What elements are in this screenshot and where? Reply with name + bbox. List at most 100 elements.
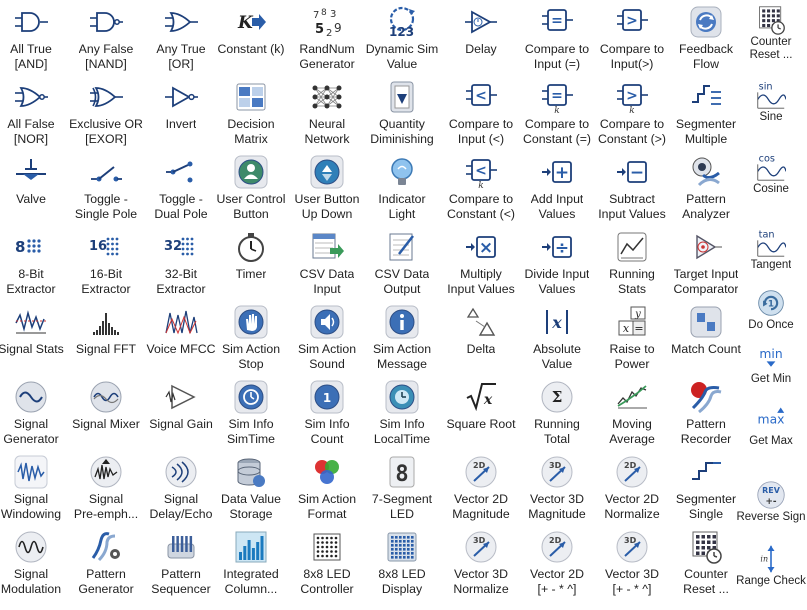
palette-tile-signal-preemphasis[interactable]: Signal Pre-emph... <box>69 455 143 521</box>
tile-label: 8x8 LED Controller <box>300 567 354 596</box>
palette-tile-vector-2d-ops[interactable]: 2D Vector 2D [+ - * ^] <box>520 530 594 596</box>
palette-tile-vector-3d-magnitude[interactable]: 3D Vector 3D Magnitude <box>520 455 594 521</box>
palette-tile-feedback-flow[interactable]: Feedback Flow <box>669 5 743 71</box>
palette-tile-signal-modulation[interactable]: Signal Modulation <box>0 530 68 596</box>
palette-tile-multiply[interactable]: × Multiply Input Values <box>444 230 518 296</box>
palette-tile-signal-delay-echo[interactable]: Signal Delay/Echo <box>144 455 218 521</box>
palette-tile-absolute-value[interactable]: x Absolute Value <box>520 305 594 371</box>
palette-tile-seven-segment[interactable]: 8 7-Segment LED <box>365 455 439 521</box>
palette-tile-divide[interactable]: ÷ Divide Input Values <box>520 230 594 296</box>
palette-tile-bits-8[interactable]: 8 8-Bit Extractor <box>0 230 68 296</box>
palette-tile-database[interactable]: Data Value Storage <box>214 455 288 521</box>
palette-tile-reverse-sign[interactable]: REV +- Reverse Sign <box>735 480 807 524</box>
palette-tile-xor-gate[interactable]: Exclusive OR [EXOR] <box>69 80 143 146</box>
palette-tile-vector-2d-normalize[interactable]: 2D Vector 2D Normalize <box>595 455 669 521</box>
delay-icon <box>464 5 498 39</box>
palette-tile-cosine[interactable]: cos Cosine <box>735 152 807 196</box>
palette-tile-hand-stop[interactable]: Sim Action Stop <box>214 305 288 371</box>
palette-tile-moving-average[interactable]: Moving Average <box>595 380 669 446</box>
palette-tile-compare-constant-gt[interactable]: > k Compare to Constant (>) <box>595 80 669 146</box>
palette-tile-signal-mixer[interactable]: Signal Mixer <box>69 380 143 432</box>
palette-tile-info-message[interactable]: Sim Action Message <box>365 305 439 371</box>
palette-tile-or-gate[interactable]: Any True [OR] <box>144 5 218 71</box>
svg-text:8: 8 <box>321 8 327 18</box>
palette-tile-compare-input-lt[interactable]: < Compare to Input (<) <box>444 80 518 146</box>
palette-tile-decision-matrix[interactable]: Decision Matrix <box>214 80 288 146</box>
palette-tile-vector-3d-ops[interactable]: 3D Vector 3D [+ - * ^] <box>595 530 669 596</box>
palette-tile-nand-gate[interactable]: Any False [NAND] <box>69 5 143 71</box>
palette-tile-count[interactable]: 1 Sim Info Count <box>290 380 364 446</box>
palette-tile-segmenter-single[interactable]: Segmenter Single <box>669 455 743 521</box>
tile-label: Absolute Value <box>533 342 581 371</box>
segmenter-multiple-icon <box>689 80 723 114</box>
palette-tile-compare-constant-lt[interactable]: < k Compare to Constant (<) <box>444 155 518 221</box>
add-icon: + <box>540 155 574 189</box>
palette-tile-user-control-button[interactable]: User Control Button <box>214 155 288 221</box>
palette-tile-toggle-single-pole[interactable]: Toggle - Single Pole <box>69 155 143 221</box>
palette-tile-range-check[interactable]: in Range Check <box>735 544 807 588</box>
svg-text:x: x <box>551 313 562 332</box>
palette-tile-voice-mfcc[interactable]: Voice MFCC <box>144 305 218 357</box>
match-count-icon <box>689 305 723 339</box>
palette-tile-compare-constant-eq[interactable]: = k Compare to Constant (=) <box>520 80 594 146</box>
palette-tile-min[interactable]: min Get Min <box>735 342 807 386</box>
palette-tile-compare-input-eq[interactable]: = Compare to Input (=) <box>520 5 594 71</box>
palette-tile-random-number[interactable]: 7 8 3 5 2 9 RandNum Generator <box>290 5 364 71</box>
palette-tile-led-display[interactable]: 8x8 LED Display <box>365 530 439 596</box>
palette-tile-add[interactable]: + Add Input Values <box>520 155 594 221</box>
palette-tile-running-total[interactable]: Σ Running Total <box>520 380 594 446</box>
palette-tile-neural-network[interactable]: Neural Network <box>290 80 364 146</box>
palette-tile-column-bars[interactable]: Integrated Column... <box>214 530 288 596</box>
palette-tile-segmenter-multiple[interactable]: Segmenter Multiple <box>669 80 743 146</box>
signal-modulation-icon <box>14 530 48 564</box>
palette-tile-delay[interactable]: Delay <box>444 5 518 57</box>
palette-tile-match-count[interactable]: Match Count <box>669 305 743 357</box>
palette-tile-target-comparator[interactable]: Target Input Comparator <box>669 230 743 296</box>
palette-tile-toggle-dual-pole[interactable]: Toggle - Dual Pole <box>144 155 218 221</box>
palette-tile-csv-input[interactable]: CSV Data Input <box>290 230 364 296</box>
palette-tile-running-stats[interactable]: Running Stats <box>595 230 669 296</box>
palette-tile-bits-32[interactable]: 32 32-Bit Extractor <box>144 230 218 296</box>
palette-tile-signal-gain[interactable]: Signal Gain <box>144 380 218 432</box>
palette-tile-speaker[interactable]: Sim Action Sound <box>290 305 364 371</box>
palette-tile-light-bulb[interactable]: Indicator Light <box>365 155 439 221</box>
palette-tile-dynamic-sim-value[interactable]: 123 Dynamic Sim Value <box>365 5 439 71</box>
palette-tile-power[interactable]: y x = Raise to Power <box>595 305 669 371</box>
palette-tile-not-gate[interactable]: Invert <box>144 80 218 132</box>
palette-tile-signal-windowing[interactable]: Signal Windowing <box>0 455 68 521</box>
palette-tile-pattern-sequencer[interactable]: Pattern Sequencer <box>144 530 218 596</box>
palette-tile-led-controller[interactable]: 8x8 LED Controller <box>290 530 364 596</box>
svg-text:2D: 2D <box>549 536 562 545</box>
palette-tile-do-once[interactable]: 1 Do Once <box>735 288 807 332</box>
palette-tile-nor-gate[interactable]: All False [NOR] <box>0 80 68 146</box>
palette-tile-pattern-generator[interactable]: Pattern Generator <box>69 530 143 596</box>
palette-tile-pattern-recorder[interactable]: Pattern Recorder <box>669 380 743 446</box>
palette-tile-color-format[interactable]: Sim Action Format <box>290 455 364 521</box>
palette-tile-subtract[interactable]: − Subtract Input Values <box>595 155 669 221</box>
palette-tile-quantity-diminishing[interactable]: Quantity Diminishing <box>365 80 439 146</box>
palette-tile-constant-k[interactable]: K Constant (k) <box>214 5 288 57</box>
palette-tile-sine[interactable]: sin Sine <box>735 80 807 124</box>
palette-tile-and-gate[interactable]: All True [AND] <box>0 5 68 71</box>
palette-tile-vector-2d-magnitude[interactable]: 2D Vector 2D Magnitude <box>444 455 518 521</box>
palette-tile-signal-generator[interactable]: Signal Generator <box>0 380 68 446</box>
palette-tile-bits-16[interactable]: 16 16-Bit Extractor <box>69 230 143 296</box>
palette-tile-signal-fft[interactable]: Signal FFT <box>69 305 143 357</box>
palette-tile-valve[interactable]: Valve <box>0 155 68 207</box>
palette-tile-tangent[interactable]: tan Tangent <box>735 228 807 272</box>
palette-tile-csv-output[interactable]: CSV Data Output <box>365 230 439 296</box>
palette-tile-delta[interactable]: Delta <box>444 305 518 357</box>
palette-tile-user-button-updown[interactable]: User Button Up Down <box>290 155 364 221</box>
palette-tile-signal-stats[interactable]: Signal Stats <box>0 305 68 357</box>
palette-tile-history-clock[interactable]: Sim Info SimTime <box>214 380 288 446</box>
palette-tile-compare-input-gt[interactable]: > Compare to Input(>) <box>595 5 669 71</box>
palette-tile-pattern-analyzer[interactable]: Pattern Analyzer <box>669 155 743 221</box>
palette-tile-vector-3d-normalize[interactable]: 3D Vector 3D Normalize <box>444 530 518 596</box>
palette-tile-local-time[interactable]: Sim Info LocalTime <box>365 380 439 446</box>
palette-tile-max[interactable]: max Get Max <box>735 404 807 448</box>
palette-tile-counter-reset[interactable]: Counter Reset ... <box>669 530 743 596</box>
palette-tile-counter-reset[interactable]: Counter Reset ... <box>735 5 807 62</box>
tile-label: Toggle - Single Pole <box>74 192 138 221</box>
palette-tile-timer[interactable]: Timer <box>214 230 288 282</box>
palette-tile-square-root[interactable]: x Square Root <box>444 380 518 432</box>
